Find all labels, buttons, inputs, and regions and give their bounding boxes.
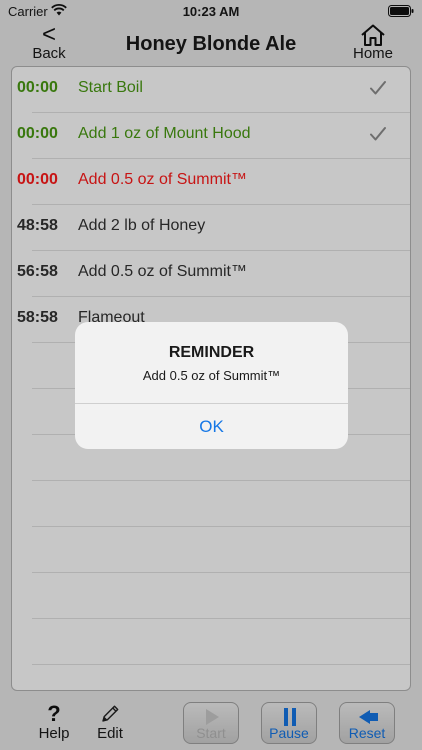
alert-message: Add 0.5 oz of Summit™ — [142, 368, 281, 383]
alert-title: REMINDER — [168, 344, 255, 361]
reminder-alert: REMINDER Add 0.5 oz of Summit™ OK — [75, 322, 348, 449]
alert-ok-button[interactable]: OK — [75, 404, 348, 449]
